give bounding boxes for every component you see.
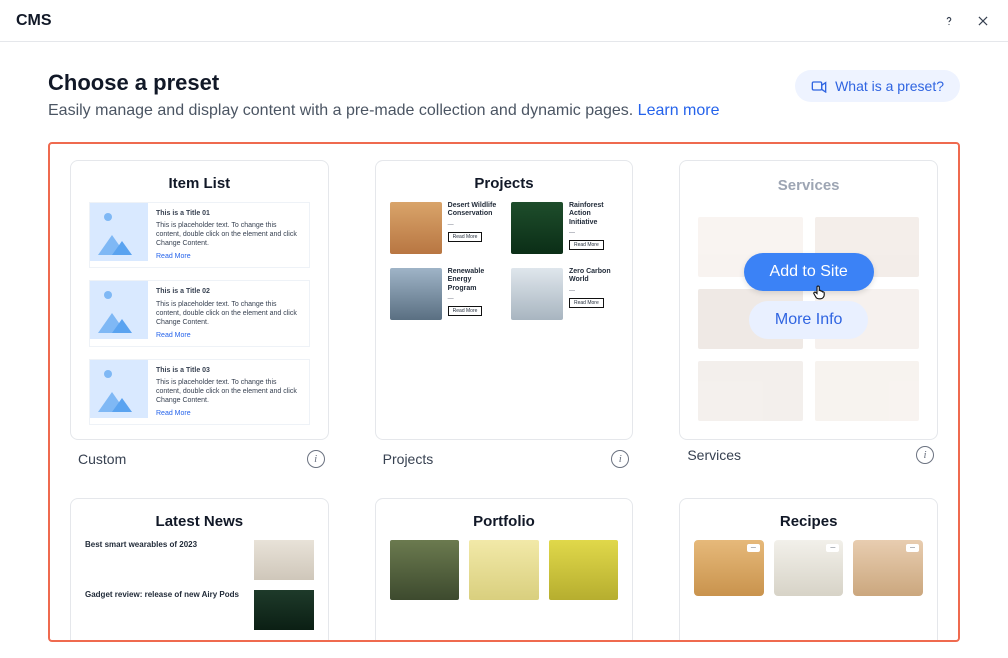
preset-cell-services: Services Add to Site More Info [679,160,938,468]
presets-grid: Item List This is a Title 01This is plac… [70,160,938,642]
preset-label: Projects [383,451,434,467]
list-item: This is a Title 03This is placeholder te… [89,359,310,425]
preset-cell-latest-news: Latest News Best smart wearables of 2023… [70,498,329,642]
preset-card-services[interactable]: Services Add to Site More Info [679,160,938,440]
hover-actions: Add to Site More Info [680,253,937,339]
preset-cell-portfolio: Portfolio [375,498,634,642]
project-item: Zero Carbon World—Read More [511,268,618,320]
preset-cell-projects: Projects Desert Wildlife Conservation—Re… [375,160,634,468]
image-placeholder-icon [90,360,148,418]
preset-card-projects[interactable]: Projects Desert Wildlife Conservation—Re… [375,160,634,440]
news-item: Best smart wearables of 2023 [85,540,314,580]
page-title: Choose a preset [48,70,720,96]
video-icon [811,79,827,93]
project-item: Desert Wildlife Conservation—Read More [390,202,497,254]
card-title: Recipes [680,499,937,540]
preset-card-latest-news[interactable]: Latest News Best smart wearables of 2023… [70,498,329,642]
info-icon[interactable]: i [307,450,325,468]
portfolio-thumb [549,540,619,600]
window-titlebar: CMS [0,0,1008,42]
what-is-preset-label: What is a preset? [835,78,944,94]
portfolio-thumb [469,540,539,600]
preset-label: Services [687,447,741,463]
page-header: Choose a preset Easily manage and displa… [48,70,960,120]
list-item: This is a Title 01This is placeholder te… [89,202,310,268]
card-title: Latest News [71,499,328,540]
preset-card-recipes[interactable]: Recipes — — — [679,498,938,642]
recipe-thumb: — [853,540,923,596]
page-subtitle: Easily manage and display content with a… [48,102,720,120]
card-title: Projects [376,161,633,202]
window-controls [940,12,992,30]
image-placeholder-icon [90,281,148,339]
info-icon[interactable]: i [611,450,629,468]
news-item: Gadget review: release of new Airy Pods [85,590,314,630]
add-to-site-button[interactable]: Add to Site [744,253,874,291]
presets-grid-highlight: Item List This is a Title 01This is plac… [48,142,960,642]
what-is-preset-button[interactable]: What is a preset? [795,70,960,102]
info-icon[interactable]: i [916,446,934,464]
close-icon[interactable] [974,12,992,30]
preset-card-item-list[interactable]: Item List This is a Title 01This is plac… [70,160,329,440]
preset-card-portfolio[interactable]: Portfolio [375,498,634,642]
project-item: Rainforest Action Initiative—Read More [511,202,618,254]
card-title: Item List [71,161,328,202]
card-title: Portfolio [376,499,633,540]
cursor-hand-icon [811,283,829,301]
portfolio-thumb [390,540,460,600]
subtitle-text: Easily manage and display content with a… [48,102,638,119]
image-placeholder-icon [90,203,148,261]
project-item: Renewable Energy Program—Read More [390,268,497,320]
list-item: This is a Title 02This is placeholder te… [89,280,310,346]
preset-label: Custom [78,451,126,467]
recipe-thumb: — [694,540,764,596]
preset-cell-custom: Item List This is a Title 01This is plac… [70,160,329,468]
app-title: CMS [16,12,52,30]
preset-cell-recipes: Recipes — — — [679,498,938,642]
recipe-thumb: — [774,540,844,596]
more-info-button[interactable]: More Info [749,301,869,339]
learn-more-link[interactable]: Learn more [638,102,720,119]
help-icon[interactable] [940,12,958,30]
